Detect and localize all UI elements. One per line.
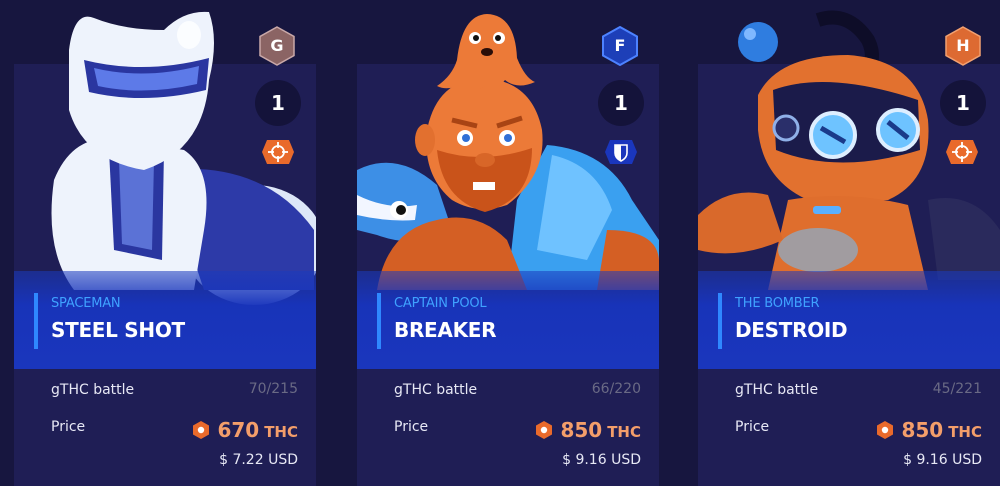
banner-accent-bar — [718, 293, 722, 349]
price-usd: $ 9.16 USD — [903, 452, 982, 468]
hero-card-steel-shot[interactable]: SPACEMAN STEEL SHOT G 1 gTHC battle 70/2… — [14, 0, 316, 486]
skin-name: STEEL SHOT — [51, 318, 185, 342]
battle-value: 66/220 — [591, 381, 641, 397]
price-unit: THC — [948, 422, 982, 441]
battle-label: gTHC battle — [394, 382, 478, 398]
grade-badge: F — [601, 26, 639, 66]
crosshair-icon — [944, 138, 980, 166]
grade-letter: F — [614, 36, 626, 55]
level-badge: 1 — [255, 80, 301, 126]
card-stats: gTHC battle 45/221 Price 850 THC $ 9.16 … — [698, 370, 1000, 486]
battle-label: gTHC battle — [735, 382, 819, 398]
price-usd: $ 9.16 USD — [562, 452, 641, 468]
crosshair-icon — [260, 138, 296, 166]
hero-card-destroid[interactable]: THE BOMBER DESTROID H 1 gTHC battle 45/2… — [698, 0, 1000, 486]
hero-name-banner: CAPTAIN POOL BREAKER — [357, 271, 659, 369]
hero-name: THE BOMBER — [735, 296, 820, 311]
price-unit: THC — [264, 422, 298, 441]
price-label: Price — [394, 419, 429, 435]
thc-coin-icon — [536, 421, 553, 439]
price-thc: 850 THC — [534, 418, 641, 442]
price-unit: THC — [607, 422, 641, 441]
card-stats: gTHC battle 70/215 Price 670 THC $ 7.22 … — [14, 370, 316, 486]
shield-icon — [603, 138, 639, 166]
thc-coin-icon — [877, 421, 894, 439]
grade-badge: H — [944, 26, 982, 66]
level-badge: 1 — [598, 80, 644, 126]
grade-badge: G — [258, 26, 296, 66]
price-thc: 670 THC — [191, 418, 298, 442]
price-usd: $ 7.22 USD — [219, 452, 298, 468]
battle-value: 70/215 — [248, 381, 298, 397]
hero-name-banner: THE BOMBER DESTROID — [698, 271, 1000, 369]
price-label: Price — [735, 419, 770, 435]
level-badge: 1 — [940, 80, 986, 126]
thc-coin-icon — [193, 421, 210, 439]
grade-letter: G — [270, 36, 284, 55]
battle-label: gTHC battle — [51, 382, 135, 398]
price-value: 850 — [901, 418, 944, 442]
hero-name: SPACEMAN — [51, 296, 121, 311]
skin-name: DESTROID — [735, 318, 848, 342]
price-thc: 850 THC — [875, 418, 982, 442]
battle-value: 45/221 — [932, 381, 982, 397]
price-value: 670 — [217, 418, 260, 442]
card-stats: gTHC battle 66/220 Price 850 THC $ 9.16 … — [357, 370, 659, 486]
hero-name-banner: SPACEMAN STEEL SHOT — [14, 271, 316, 369]
skin-name: BREAKER — [394, 318, 497, 342]
banner-accent-bar — [34, 293, 38, 349]
hero-name: CAPTAIN POOL — [394, 296, 487, 311]
price-label: Price — [51, 419, 86, 435]
banner-accent-bar — [377, 293, 381, 349]
grade-letter: H — [956, 36, 970, 55]
price-value: 850 — [560, 418, 603, 442]
hero-card-breaker[interactable]: CAPTAIN POOL BREAKER F 1 gTHC battle 66/… — [357, 0, 659, 486]
